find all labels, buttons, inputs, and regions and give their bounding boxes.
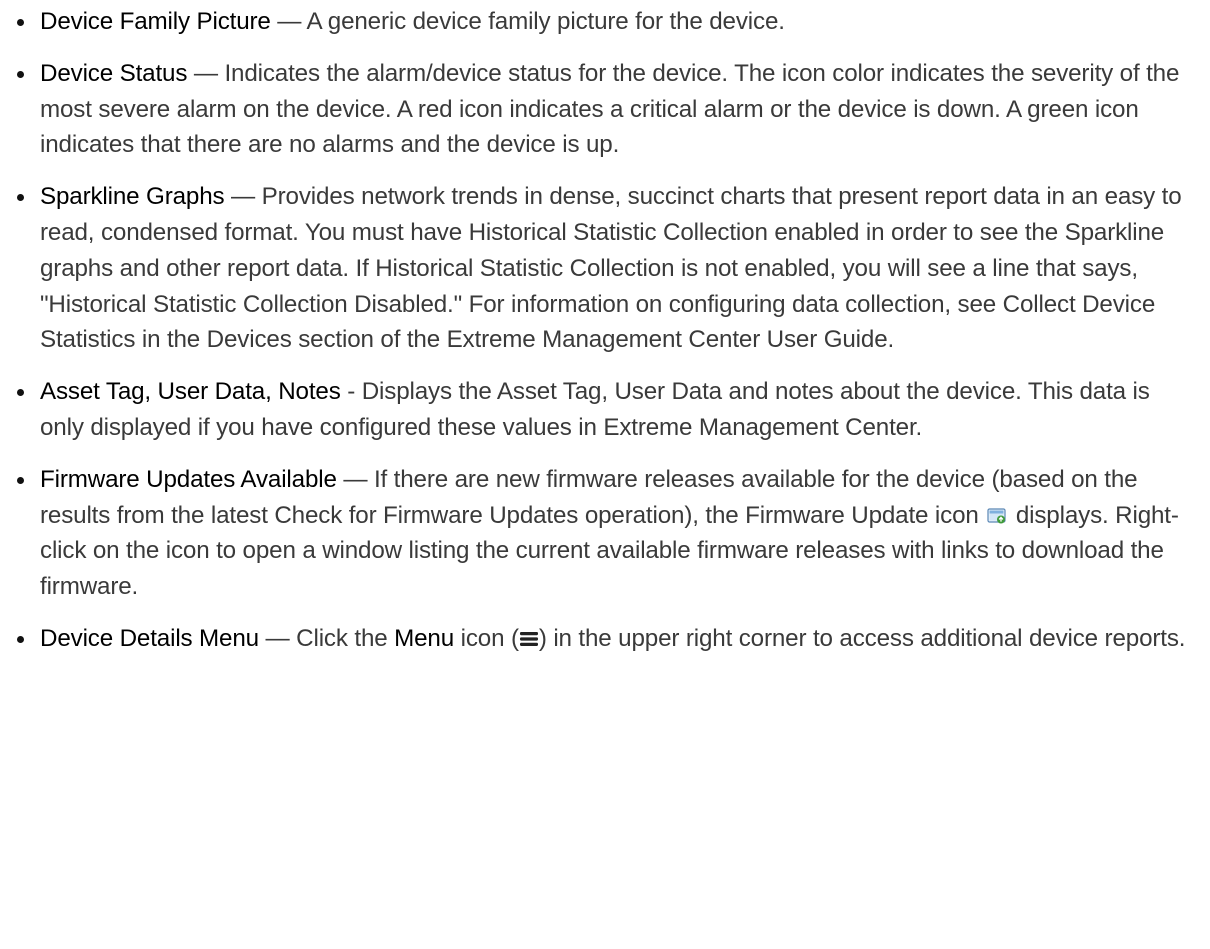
list-item-device-status: Device Status — Indicates the alarm/devi…: [14, 56, 1190, 163]
list-item-device-details-menu: Device Details Menu — Click the Menu ico…: [14, 621, 1190, 657]
item-term: Device Family Picture: [40, 8, 271, 35]
hamburger-menu-icon: [519, 622, 539, 646]
item-term: Sparkline Graphs: [40, 183, 225, 211]
list-item-device-family-picture: Device Family Picture — A generic device…: [14, 4, 1190, 40]
document-body: Device Family Picture — A generic device…: [0, 0, 1190, 657]
item-description: — Indicates the alarm/device status for …: [40, 59, 1180, 159]
menu-label: Menu: [394, 624, 455, 652]
item-description-part2: icon (: [454, 624, 519, 652]
list-item-sparkline-graphs: Sparkline Graphs — Provides network tren…: [14, 179, 1190, 358]
item-term: Firmware Updates Available: [40, 465, 337, 493]
firmware-update-icon: [987, 500, 1007, 524]
item-term: Device Details Menu: [40, 624, 259, 652]
item-term: Asset Tag, User Data, Notes: [40, 378, 341, 406]
item-description: — A generic device family picture for th…: [270, 8, 785, 35]
feature-list: Device Family Picture — A generic device…: [14, 4, 1190, 657]
item-description-part3: ) in the upper right corner to access ad…: [538, 624, 1186, 652]
item-description-part1: — Click the: [258, 624, 395, 652]
list-item-asset-tag: Asset Tag, User Data, Notes - Displays t…: [14, 374, 1190, 446]
list-item-firmware-updates: Firmware Updates Available — If there ar…: [14, 462, 1190, 605]
item-term: Device Status: [40, 59, 188, 87]
